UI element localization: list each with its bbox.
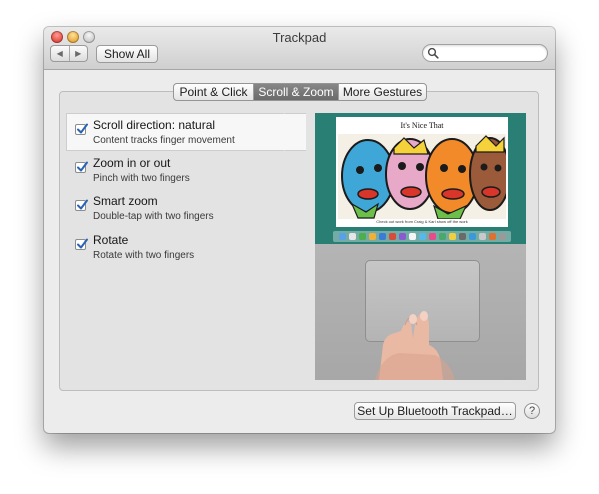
tab-more-gestures[interactable]: More Gestures xyxy=(338,84,426,100)
search-input[interactable] xyxy=(441,46,541,60)
search-icon xyxy=(427,47,439,59)
hand-icon xyxy=(375,311,455,380)
forward-button[interactable]: ▶ xyxy=(68,46,88,61)
scroll-direction-checkbox[interactable] xyxy=(75,123,88,135)
option-title: Smart zoom xyxy=(93,194,158,208)
tab-point-click[interactable]: Point & Click xyxy=(174,84,253,100)
selected-option-arrow xyxy=(284,113,300,151)
option-title: Zoom in or out xyxy=(93,156,171,170)
tab-bar: Point & Click Scroll & Zoom More Gesture… xyxy=(173,83,427,101)
gesture-preview-video: It's Nice That Check out work from Craig… xyxy=(315,113,526,380)
option-description: Content tracks finger movement xyxy=(93,135,235,146)
show-all-button[interactable]: Show All xyxy=(96,45,158,63)
checkmark-icon xyxy=(77,199,88,210)
window-title: Trackpad xyxy=(272,30,327,45)
search-field[interactable] xyxy=(422,44,548,62)
back-button[interactable]: ◀ xyxy=(51,46,69,61)
option-description: Pinch with two fingers xyxy=(93,173,190,184)
checkmark-icon xyxy=(77,161,88,172)
checkmark-icon xyxy=(77,238,88,249)
help-button[interactable]: ? xyxy=(524,403,540,419)
smart-zoom-checkbox[interactable] xyxy=(75,199,88,211)
trackpad-window: Trackpad ◀ ▶ Show All Point & Click Scro… xyxy=(44,27,555,433)
zoom-in-out-checkbox[interactable] xyxy=(75,161,88,173)
tab-scroll-zoom[interactable]: Scroll & Zoom xyxy=(253,84,338,100)
option-title: Rotate xyxy=(93,233,129,247)
back-forward-control: ◀ ▶ xyxy=(50,45,88,62)
title-bar: Trackpad ◀ ▶ Show All xyxy=(44,27,555,70)
option-description: Rotate with two fingers xyxy=(93,250,195,261)
checkmark-icon xyxy=(77,123,88,134)
option-title: Scroll direction: natural xyxy=(93,118,216,132)
option-description: Double-tap with two fingers xyxy=(93,211,214,222)
rotate-checkbox[interactable] xyxy=(75,238,88,250)
setup-bluetooth-trackpad-button[interactable]: Set Up Bluetooth Trackpad… xyxy=(354,402,516,420)
